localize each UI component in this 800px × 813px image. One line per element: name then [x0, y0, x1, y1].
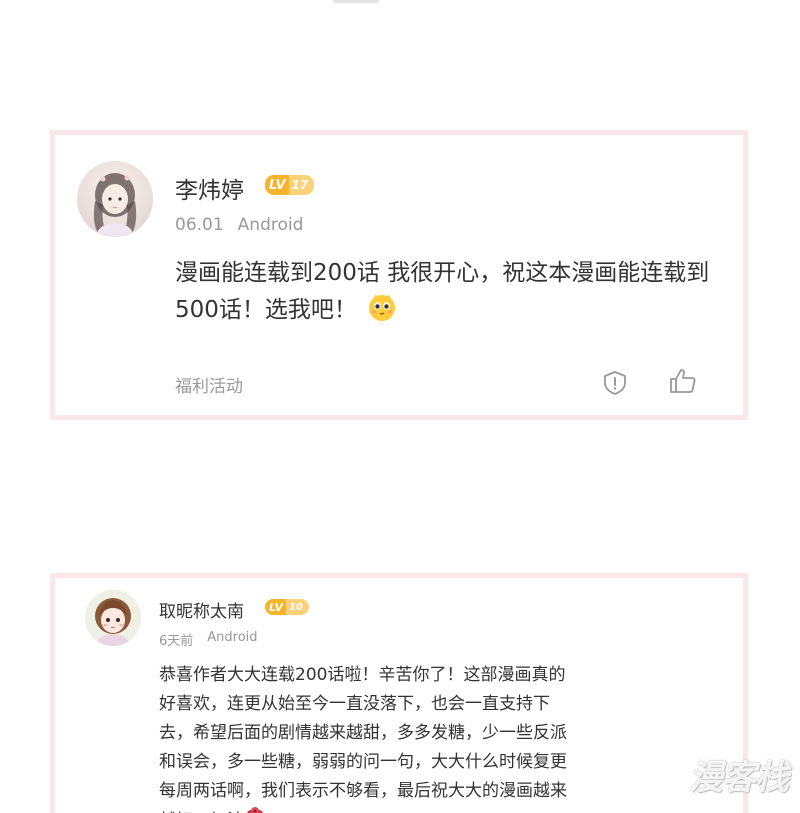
level-number: 10 [286, 599, 309, 615]
comment-card: 李炜婷 LV 17 06.01 Android 漫画能连载到200话 我很开心，… [50, 130, 748, 420]
report-icon[interactable] [601, 369, 629, 397]
username[interactable]: 取昵称太南 [159, 597, 244, 622]
like-icon[interactable] [669, 367, 697, 395]
activity-tag[interactable]: 福利活动 [175, 372, 243, 397]
level-prefix: LV [265, 599, 287, 615]
comment-body: 恭喜作者大大连载200话啦！辛苦你了！这部漫画真的好喜欢，连更从始至今一直没落下… [159, 665, 567, 813]
user-avatar[interactable] [77, 161, 153, 237]
comment-text: 漫画能连载到200话 我很开心，祝这本漫画能连载到500话！选我吧！ [175, 255, 735, 329]
avatar-illustration-icon [85, 590, 141, 646]
comment-meta: 6天前 Android [159, 630, 258, 649]
avatar-illustration-icon [93, 173, 137, 237]
user-avatar[interactable] [85, 590, 141, 646]
comment-text: 恭喜作者大大连载200话啦！辛苦你了！这部漫画真的好喜欢，连更从始至今一直没落下… [159, 661, 579, 813]
level-prefix: LV [265, 175, 289, 195]
comment-card: 取昵称太南 LV 10 6天前 Android 恭喜作者大大连载200话啦！辛苦… [50, 573, 748, 813]
level-badge: LV 17 [265, 175, 315, 195]
comment-meta: 06.01 Android [175, 215, 303, 235]
top-handle-bar [333, 0, 379, 3]
comment-device: Android [207, 630, 258, 645]
comment-date: 6天前 [159, 634, 194, 649]
level-number: 17 [288, 175, 315, 195]
watermark-logo: 漫客栈 [689, 758, 789, 798]
level-badge: LV 10 [265, 599, 309, 615]
comment-date: 06.01 [175, 215, 224, 235]
comment-body: 漫画能连载到200话 我很开心，祝这本漫画能连载到500话！选我吧！ [175, 260, 710, 323]
username[interactable]: 李炜婷 [175, 171, 244, 205]
comment-device: Android [237, 215, 304, 235]
bouquet-emoji-icon [247, 807, 263, 813]
smiling-face-emoji-icon [368, 294, 395, 321]
comment-page: 李炜婷 LV 17 06.01 Android 漫画能连载到200话 我很开心，… [0, 0, 800, 813]
